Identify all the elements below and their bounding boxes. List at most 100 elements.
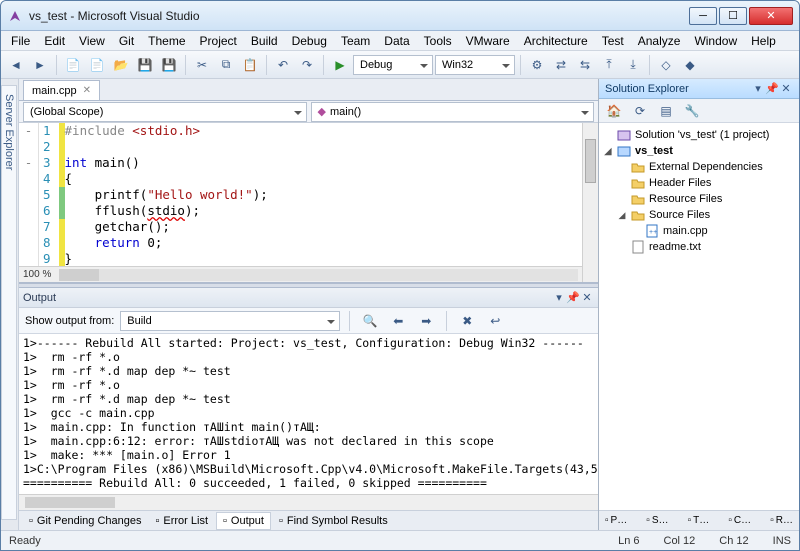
code-editor[interactable]: --123456789#include <stdio.h>int main(){… (19, 123, 598, 283)
code-line[interactable]: fflush(stdio); (65, 203, 598, 219)
fold-toggle[interactable]: - (19, 123, 38, 139)
member-combo[interactable]: ◆main() (311, 102, 595, 122)
menu-help[interactable]: Help (745, 32, 782, 50)
output-horizontal-scrollbar[interactable] (19, 494, 598, 510)
editor-vertical-scrollbar[interactable] (582, 123, 598, 282)
menu-vmware[interactable]: VMware (460, 32, 516, 50)
open-file-button[interactable]: 📂 (110, 54, 132, 76)
folder-node[interactable]: ◢Source Files (599, 207, 799, 223)
window-minimize-button[interactable]: ─ (689, 7, 717, 25)
new-project-button[interactable]: 📄 (62, 54, 84, 76)
menu-git[interactable]: Git (113, 32, 140, 50)
code-line[interactable]: return 0; (65, 235, 598, 251)
configuration-combo[interactable]: Debug (353, 55, 433, 75)
window-position-icon[interactable]: ▾ (751, 82, 765, 96)
folder-node[interactable]: Resource Files (599, 191, 799, 207)
menu-architecture[interactable]: Architecture (518, 32, 594, 50)
next-message-button[interactable]: ➡ (415, 310, 437, 332)
editor-horizontal-scrollbar[interactable]: 100 % (19, 266, 582, 282)
document-tab[interactable]: main.cpp ✕ (23, 80, 100, 100)
toolbar-button[interactable]: ⇄ (550, 54, 572, 76)
fold-toggle[interactable]: - (19, 155, 38, 171)
toolbar-button[interactable]: ◆ (679, 54, 701, 76)
save-button[interactable]: 💾 (134, 54, 156, 76)
bottom-tab-error-list[interactable]: ▫Error List (149, 513, 214, 529)
code-line[interactable]: #include <stdio.h> (65, 123, 598, 139)
menu-team[interactable]: Team (335, 32, 376, 50)
paste-button[interactable]: 📋 (239, 54, 261, 76)
toolbar-button[interactable]: ⇆ (574, 54, 596, 76)
scrollbar-track[interactable] (59, 269, 578, 281)
scrollbar-thumb[interactable] (25, 497, 115, 508)
right-stub-tab[interactable]: ▫T… (684, 513, 714, 528)
menu-theme[interactable]: Theme (142, 32, 191, 50)
pin-icon[interactable]: 📌 (566, 291, 580, 305)
code-line[interactable]: { (65, 171, 598, 187)
navigate-forward-button[interactable]: ► (29, 54, 51, 76)
window-position-icon[interactable]: ▾ (552, 291, 566, 305)
solution-tree[interactable]: Solution 'vs_test' (1 project)◢vs_testEx… (599, 123, 799, 510)
right-stub-tab[interactable]: ▫R… (766, 513, 797, 528)
menu-build[interactable]: Build (245, 32, 284, 50)
project-node[interactable]: ◢vs_test (599, 143, 799, 159)
folder-node[interactable]: Header Files (599, 175, 799, 191)
pin-icon[interactable]: 📌 (765, 82, 779, 96)
code-line[interactable]: getchar(); (65, 219, 598, 235)
window-close-button[interactable]: ✕ (749, 7, 793, 25)
platform-combo[interactable]: Win32 (435, 55, 515, 75)
code-line[interactable]: } (65, 251, 598, 267)
close-panel-icon[interactable]: ✕ (580, 291, 594, 305)
output-source-combo[interactable]: Build (120, 311, 340, 331)
menu-project[interactable]: Project (194, 32, 243, 50)
find-message-button[interactable]: 🔍 (359, 310, 381, 332)
scope-combo[interactable]: (Global Scope) (23, 102, 307, 122)
code-line[interactable]: int main() (65, 155, 598, 171)
previous-message-button[interactable]: ⬅ (387, 310, 409, 332)
menu-debug[interactable]: Debug (286, 32, 333, 50)
bottom-tab-find-symbol-results[interactable]: ▫Find Symbol Results (273, 513, 394, 529)
undo-button[interactable]: ↶ (272, 54, 294, 76)
menu-view[interactable]: View (73, 32, 111, 50)
close-panel-icon[interactable]: ✕ (779, 82, 793, 96)
tree-twisty[interactable]: ◢ (603, 146, 613, 157)
show-all-files-button[interactable]: ▤ (655, 100, 677, 122)
right-stub-tab[interactable]: ▫C… (724, 513, 755, 528)
clear-all-button[interactable]: ✖ (456, 310, 478, 332)
toolbar-button[interactable]: ⚙ (526, 54, 548, 76)
menu-data[interactable]: Data (378, 32, 415, 50)
right-stub-tab[interactable]: ▫P… (601, 513, 631, 528)
file-node[interactable]: readme.txt (599, 239, 799, 255)
folder-node[interactable]: External Dependencies (599, 159, 799, 175)
bottom-tab-git-pending-changes[interactable]: ▫Git Pending Changes (23, 513, 147, 529)
output-text[interactable]: 1>------ Rebuild All started: Project: v… (19, 334, 598, 494)
toolbar-button[interactable]: ◇ (655, 54, 677, 76)
toolbar-button[interactable]: ⤒ (598, 54, 620, 76)
bottom-tab-output[interactable]: ▫Output (216, 512, 271, 530)
window-maximize-button[interactable]: ☐ (719, 7, 747, 25)
save-all-button[interactable]: 💾 (158, 54, 180, 76)
start-debug-button[interactable]: ▶ (329, 54, 351, 76)
cut-button[interactable]: ✂ (191, 54, 213, 76)
server-explorer-tab[interactable]: Server Explorer (1, 85, 17, 520)
home-button[interactable]: 🏠 (603, 100, 625, 122)
toggle-wrap-button[interactable]: ↩ (484, 310, 506, 332)
menu-tools[interactable]: Tools (418, 32, 458, 50)
copy-button[interactable]: ⧉ (215, 54, 237, 76)
menu-analyze[interactable]: Analyze (632, 32, 687, 50)
toolbar-button[interactable]: ⤓ (622, 54, 644, 76)
solution-node[interactable]: Solution 'vs_test' (1 project) (599, 127, 799, 143)
code-line[interactable] (65, 139, 598, 155)
code-line[interactable]: printf("Hello world!"); (65, 187, 598, 203)
menu-file[interactable]: File (5, 32, 36, 50)
navigate-back-button[interactable]: ◄ (5, 54, 27, 76)
scrollbar-thumb[interactable] (585, 139, 596, 183)
redo-button[interactable]: ↷ (296, 54, 318, 76)
close-tab-icon[interactable]: ✕ (83, 85, 91, 96)
file-node[interactable]: ++main.cpp (599, 223, 799, 239)
properties-button[interactable]: 🔧 (681, 100, 703, 122)
refresh-button[interactable]: ⟳ (629, 100, 651, 122)
menu-test[interactable]: Test (596, 32, 630, 50)
menu-window[interactable]: Window (688, 32, 743, 50)
scrollbar-thumb[interactable] (59, 269, 99, 281)
right-stub-tab[interactable]: ▫S… (642, 513, 672, 528)
